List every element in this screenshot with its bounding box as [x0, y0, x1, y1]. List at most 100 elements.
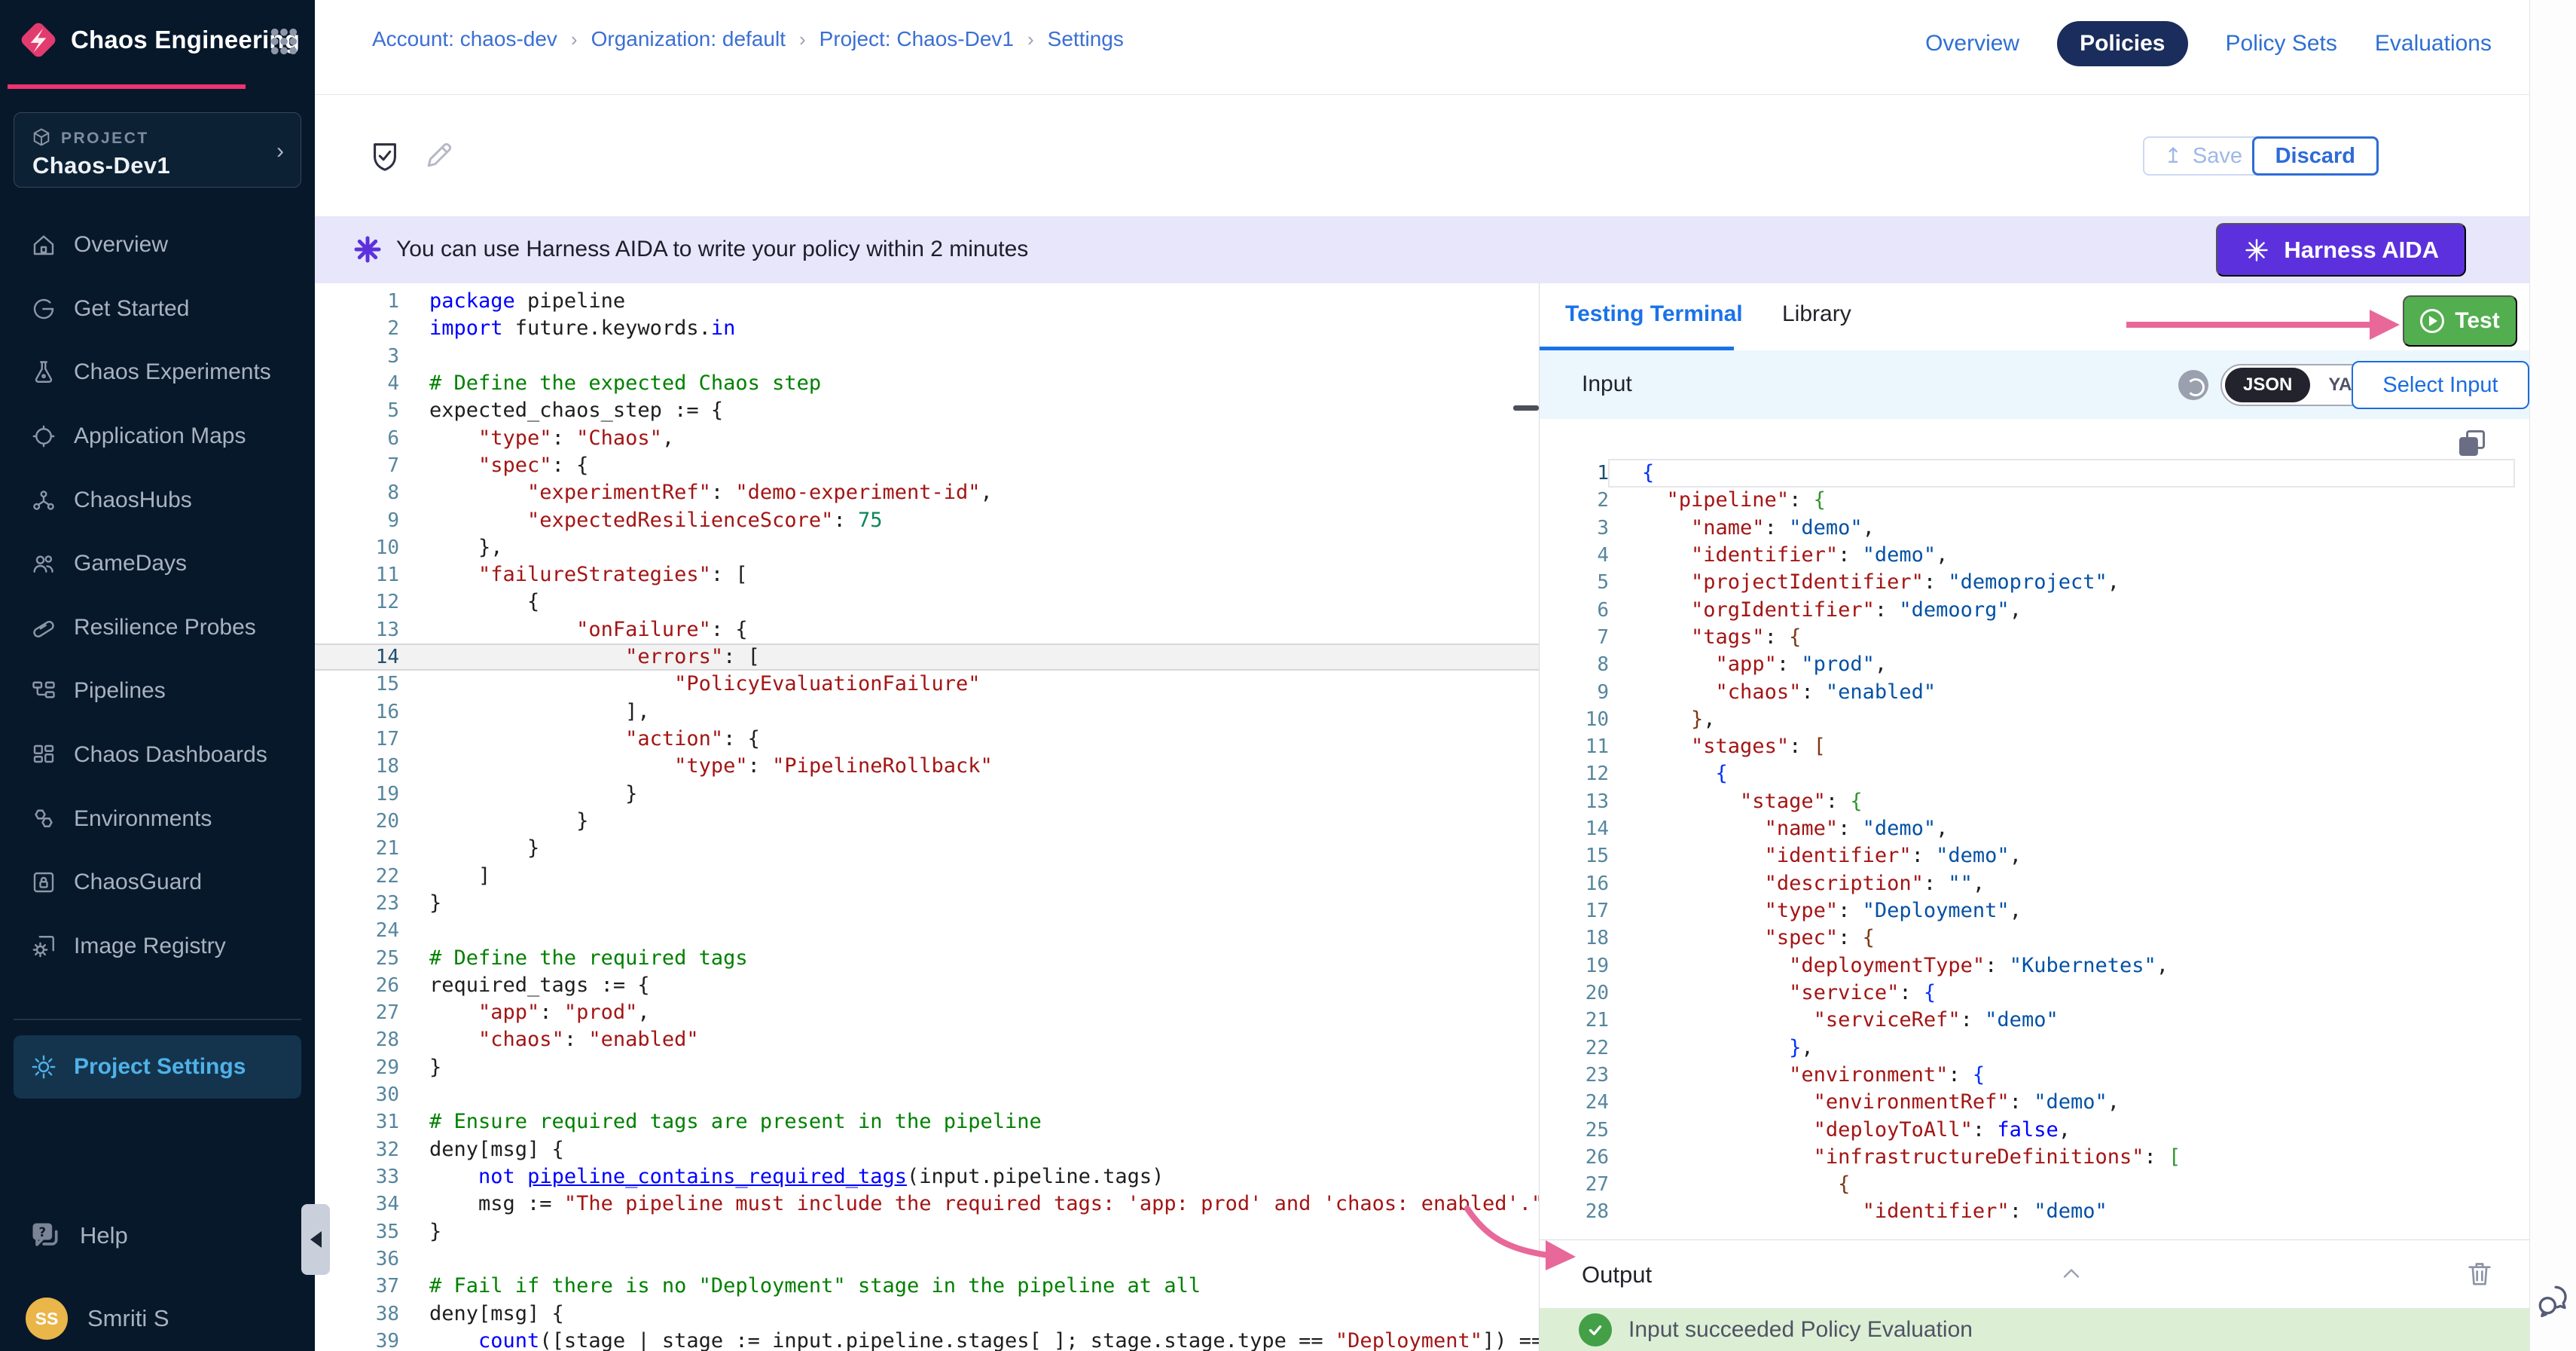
split-drag-handle[interactable]: [1513, 405, 1539, 411]
code-line[interactable]: 24: [315, 917, 1539, 944]
code-line[interactable]: 5 "projectIdentifier": "demoproject",: [1540, 569, 2529, 596]
policy-validate-icon[interactable]: [368, 138, 402, 176]
code-line[interactable]: 11 "stages": [: [1540, 733, 2529, 760]
breadcrumb-link[interactable]: Project: Chaos-Dev1: [819, 27, 1014, 51]
code-line[interactable]: 5expected_chaos_step := {: [315, 397, 1539, 424]
code-line[interactable]: 15 "identifier": "demo",: [1540, 842, 2529, 870]
code-line[interactable]: 1package pipeline: [315, 288, 1539, 315]
code-line[interactable]: 1{: [1540, 460, 2529, 487]
code-line[interactable]: 6 "type": "Chaos",: [315, 425, 1539, 452]
code-line[interactable]: 17 "action": {: [315, 726, 1539, 753]
code-line[interactable]: 2import future.keywords.in: [315, 315, 1539, 342]
code-line[interactable]: 18 "type": "PipelineRollback": [315, 753, 1539, 780]
save-button[interactable]: ↥ Save: [2143, 136, 2263, 176]
sidebar-item-project-settings[interactable]: Project Settings: [14, 1035, 301, 1099]
code-line[interactable]: 27 "app": "prod",: [315, 999, 1539, 1026]
code-line[interactable]: 2 "pipeline": {: [1540, 487, 2529, 514]
sidebar-item-chaos-dashboards[interactable]: Chaos Dashboards: [0, 723, 315, 787]
breadcrumb-link[interactable]: Settings: [1048, 27, 1124, 51]
user-menu[interactable]: SS Smriti S: [0, 1293, 315, 1344]
sidebar-collapse-handle[interactable]: [301, 1204, 330, 1275]
discard-button[interactable]: Discard: [2252, 136, 2379, 176]
code-line[interactable]: 18 "spec": {: [1540, 925, 2529, 952]
code-line[interactable]: 20 }: [315, 808, 1539, 835]
sidebar-item-help[interactable]: ? Help: [0, 1206, 315, 1266]
sidebar-item-chaos-experiments[interactable]: Chaos Experiments: [0, 341, 315, 405]
chevron-up-icon[interactable]: [2058, 1260, 2085, 1287]
code-line[interactable]: 29}: [315, 1054, 1539, 1081]
code-line[interactable]: 22 ]: [315, 863, 1539, 890]
project-selector[interactable]: PROJECT Chaos-Dev1 ›: [14, 112, 301, 188]
code-line[interactable]: 26 "infrastructureDefinitions": [: [1540, 1144, 2529, 1171]
code-line[interactable]: 12 {: [1540, 760, 2529, 787]
code-line[interactable]: 38deny[msg] {: [315, 1301, 1539, 1328]
code-line[interactable]: 23 "environment": {: [1540, 1062, 2529, 1089]
code-line[interactable]: 21 "serviceRef": "demo": [1540, 1007, 2529, 1034]
code-line[interactable]: 10 },: [1540, 706, 2529, 733]
code-line[interactable]: 19 "deploymentType": "Kubernetes",: [1540, 952, 2529, 980]
input-loading-icon[interactable]: [2178, 370, 2208, 400]
code-line[interactable]: 12 {: [315, 588, 1539, 616]
code-line[interactable]: 24 "environmentRef": "demo",: [1540, 1089, 2529, 1116]
code-line[interactable]: 35}: [315, 1218, 1539, 1246]
code-line[interactable]: 25 "deployToAll": false,: [1540, 1117, 2529, 1144]
code-line[interactable]: 4# Define the expected Chaos step: [315, 370, 1539, 397]
code-line[interactable]: 34 msg := "The pipeline must include the…: [315, 1191, 1539, 1218]
tab-evaluations[interactable]: Evaluations: [2375, 31, 2492, 57]
sidebar-item-image-registry[interactable]: Image Registry: [0, 915, 315, 979]
code-line[interactable]: 7 "spec": {: [315, 452, 1539, 479]
copy-icon[interactable]: [2455, 426, 2489, 460]
code-line[interactable]: 25# Define the required tags: [315, 945, 1539, 972]
code-line[interactable]: 30: [315, 1081, 1539, 1108]
code-line[interactable]: 27 {: [1540, 1171, 2529, 1198]
code-line[interactable]: 33 not pipeline_contains_required_tags(i…: [315, 1163, 1539, 1191]
code-line[interactable]: 14 "name": "demo",: [1540, 815, 2529, 842]
sidebar-item-pipelines[interactable]: Pipelines: [0, 659, 315, 723]
harness-aida-button[interactable]: Harness AIDA: [2216, 223, 2466, 277]
code-line[interactable]: 10 },: [315, 534, 1539, 561]
sidebar-item-chaosguard[interactable]: ChaosGuard: [0, 851, 315, 915]
code-line[interactable]: 32deny[msg] {: [315, 1136, 1539, 1163]
code-line[interactable]: 13 "stage": {: [1540, 788, 2529, 815]
code-line[interactable]: 8 "app": "prod",: [1540, 651, 2529, 678]
tab-library[interactable]: Library: [1782, 301, 1851, 327]
code-line[interactable]: 28 "identifier": "demo": [1540, 1198, 2529, 1225]
format-option-json[interactable]: JSON: [2225, 368, 2310, 402]
sidebar-item-get-started[interactable]: Get Started: [0, 277, 315, 341]
sidebar-item-chaoshubs[interactable]: ChaosHubs: [0, 468, 315, 532]
policy-code-editor[interactable]: 1package pipeline2import future.keywords…: [315, 283, 1539, 1351]
code-line[interactable]: 13 "onFailure": {: [315, 616, 1539, 643]
module-grid-icon[interactable]: [268, 26, 300, 57]
tab-testing-terminal[interactable]: Testing Terminal: [1565, 301, 1743, 327]
select-input-button[interactable]: Select Input: [2352, 361, 2529, 409]
breadcrumb-link[interactable]: Organization: default: [591, 27, 786, 51]
sidebar-item-application-maps[interactable]: Application Maps: [0, 405, 315, 469]
tab-policy-sets[interactable]: Policy Sets: [2226, 31, 2337, 57]
tab-policies[interactable]: Policies: [2057, 21, 2187, 66]
trash-icon[interactable]: [2465, 1258, 2495, 1288]
code-line[interactable]: 36: [315, 1246, 1539, 1273]
code-line[interactable]: 3: [315, 343, 1539, 370]
sidebar-item-overview[interactable]: Overview: [0, 213, 315, 277]
tab-overview[interactable]: Overview: [1925, 31, 2019, 57]
code-line[interactable]: 7 "tags": {: [1540, 624, 2529, 651]
code-line[interactable]: 21 }: [315, 835, 1539, 862]
code-line[interactable]: 15 "PolicyEvaluationFailure": [315, 671, 1539, 698]
sidebar-item-environments[interactable]: Environments: [0, 787, 315, 851]
code-line[interactable]: 19 }: [315, 781, 1539, 808]
code-line[interactable]: 8 "experimentRef": "demo-experiment-id",: [315, 479, 1539, 506]
code-line[interactable]: 9 "expectedResilienceScore": 75: [315, 507, 1539, 534]
code-line[interactable]: 22 },: [1540, 1035, 2529, 1062]
sidebar-item-resilience-probes[interactable]: Resilience Probes: [0, 596, 315, 660]
code-line[interactable]: 3 "name": "demo",: [1540, 515, 2529, 542]
code-line[interactable]: 39 count([stage | stage := input.pipelin…: [315, 1328, 1539, 1351]
code-line[interactable]: 16 "description": "",: [1540, 870, 2529, 897]
code-line[interactable]: 11 "failureStrategies": [: [315, 561, 1539, 588]
code-line[interactable]: 37# Fail if there is no "Deployment" sta…: [315, 1273, 1539, 1300]
code-line[interactable]: 6 "orgIdentifier": "demoorg",: [1540, 597, 2529, 624]
code-line[interactable]: 4 "identifier": "demo",: [1540, 542, 2529, 569]
breadcrumb-link[interactable]: Account: chaos-dev: [372, 27, 557, 51]
code-line[interactable]: 9 "chaos": "enabled": [1540, 679, 2529, 706]
code-line[interactable]: 28 "chaos": "enabled": [315, 1026, 1539, 1053]
code-line[interactable]: 26required_tags := {: [315, 972, 1539, 999]
